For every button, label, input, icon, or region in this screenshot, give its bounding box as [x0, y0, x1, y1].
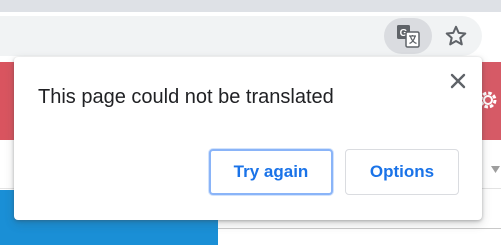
- close-dialog-button[interactable]: [446, 69, 470, 93]
- translate-page-button[interactable]: G: [384, 18, 432, 54]
- close-icon: [450, 73, 466, 89]
- star-outline-icon: [445, 25, 467, 46]
- sort-arrow-icon[interactable]: [490, 162, 501, 180]
- bookmark-star-button[interactable]: [440, 20, 472, 52]
- tab-strip: [0, 0, 501, 12]
- options-button[interactable]: Options: [345, 149, 459, 195]
- dialog-message: This page could not be translated: [38, 86, 334, 108]
- try-again-button[interactable]: Try again: [209, 149, 333, 195]
- page-search-field[interactable]: [218, 228, 501, 246]
- translate-error-dialog: This page could not be translated Try ag…: [14, 57, 482, 220]
- google-translate-icon: G: [397, 25, 420, 48]
